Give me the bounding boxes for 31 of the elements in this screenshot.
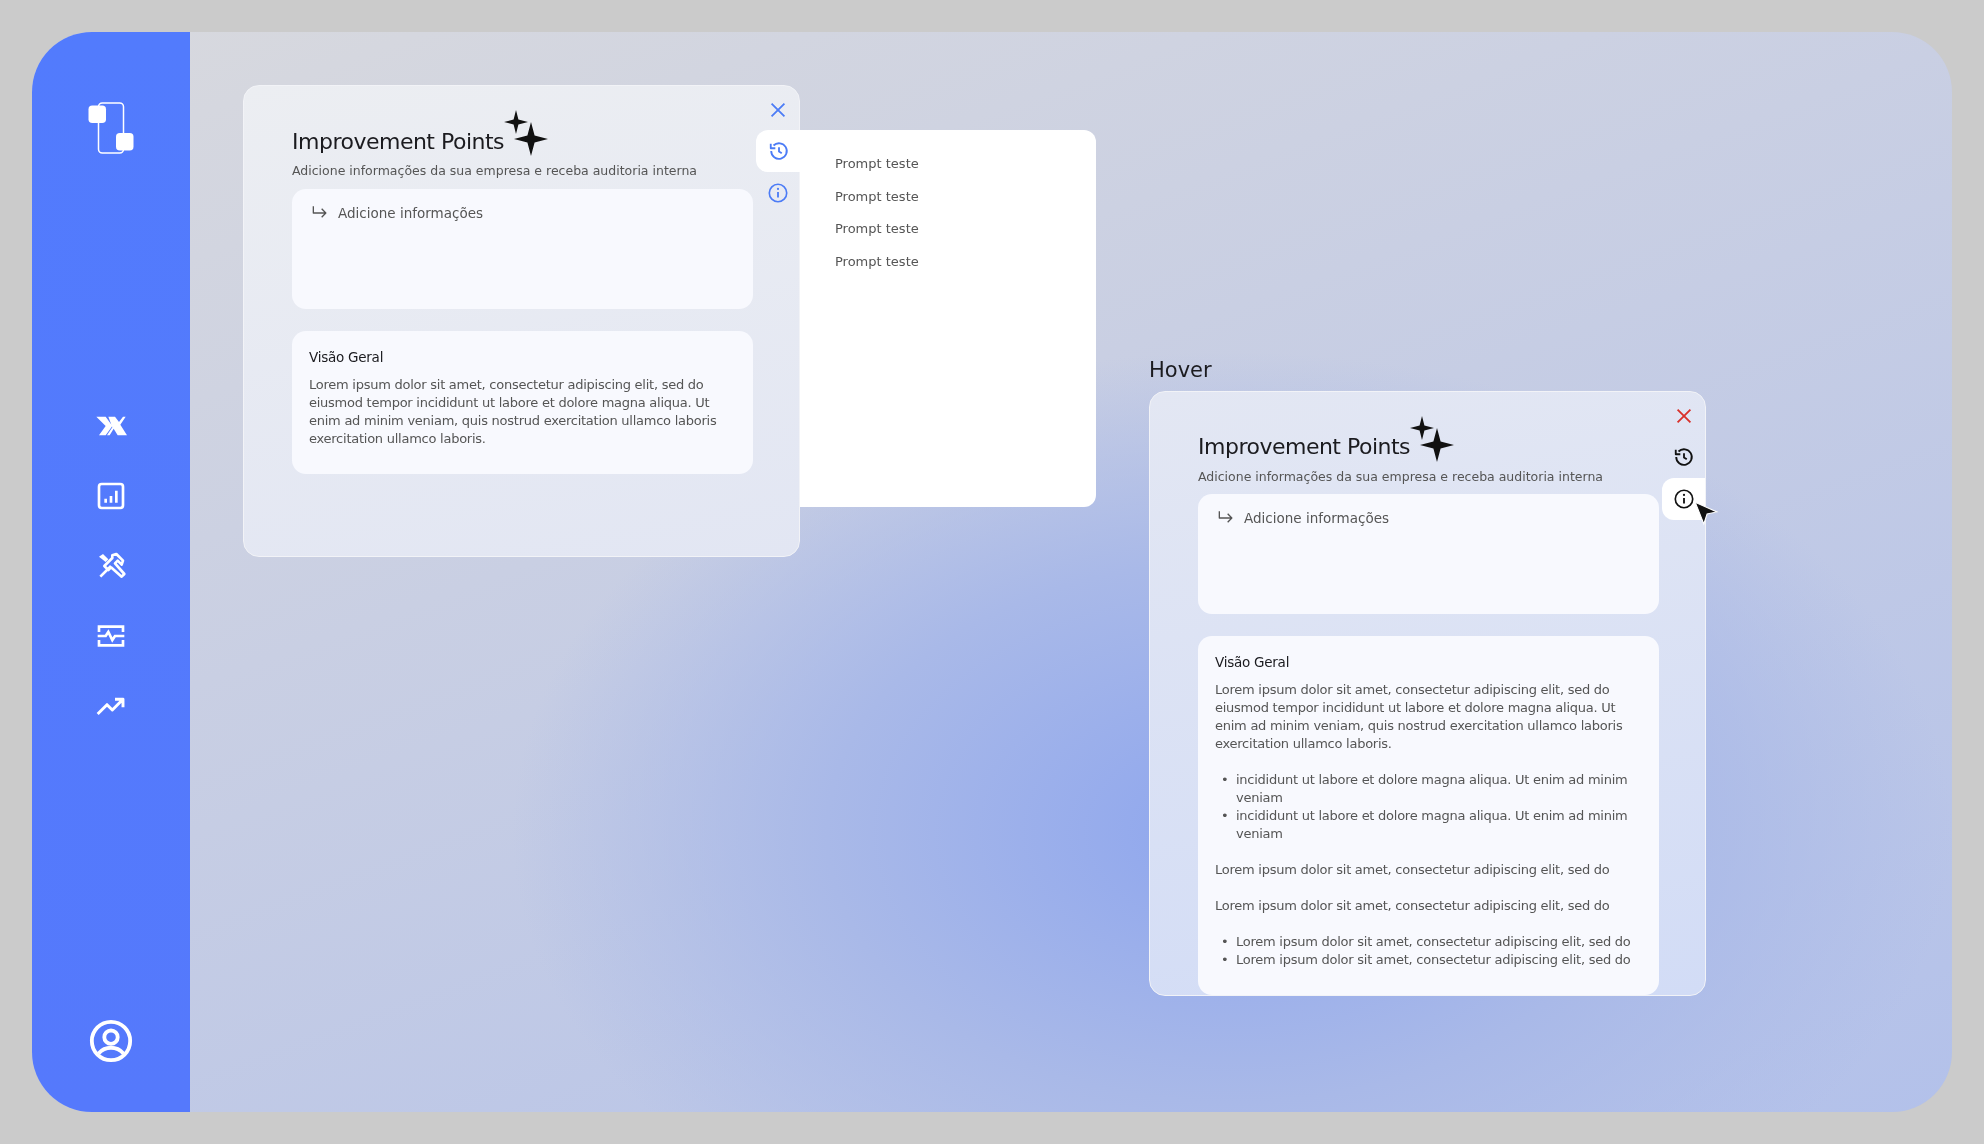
history-icon bbox=[1672, 445, 1695, 468]
panel-subtitle: Adicione informações da sua empresa e receba auditoria interna bbox=[292, 162, 698, 180]
info-icon bbox=[1672, 487, 1695, 510]
bullet-item: Lorem ipsum dolor sit amet, consectetur adipiscing elit, sed do bbox=[1236, 933, 1631, 952]
overview-text: Lorem ipsum dolor sit amet, consectetur adipiscing elit, sed do eiusmod tempor incididunt ut labore et dolore magna aliqua. Ut enim ad minim veniam, quis nostrud exercitation ullamco laboris exercitation ullamco laboris. bbox=[1215, 681, 1624, 754]
history-icon bbox=[768, 140, 790, 162]
panel-title: Improvement Points bbox=[292, 129, 505, 154]
overview-text: Lorem ipsum dolor sit amet, consectetur adipiscing elit, sed do bbox=[1215, 861, 1611, 880]
overview-heading: Visão Geral bbox=[309, 347, 385, 366]
section-label: Hover bbox=[1149, 357, 1213, 384]
history-item[interactable]: Prompt teste bbox=[835, 251, 919, 271]
input-field[interactable]: Adicione informações bbox=[1244, 508, 1641, 533]
bullet-marker: • bbox=[1221, 951, 1230, 970]
bullet-marker: • bbox=[1221, 933, 1230, 952]
cursor-icon bbox=[1693, 499, 1719, 526]
history-item[interactable]: Prompt teste bbox=[835, 186, 919, 206]
bullet-item: incididunt ut labore et dolore magna aliqua. Ut enim ad minim veniam bbox=[1236, 807, 1629, 844]
bar-chart-icon[interactable] bbox=[95, 480, 127, 512]
bullet-item: Lorem ipsum dolor sit amet, consectetur adipiscing elit, sed do bbox=[1236, 951, 1631, 970]
panel-subtitle: Adicione informações da sua empresa e receba auditoria interna bbox=[1198, 467, 1604, 486]
history-item[interactable]: Prompt teste bbox=[835, 154, 919, 174]
overview-text: Lorem ipsum dolor sit amet, consectetur adipiscing elit, sed do eiusmod tempor incididunt ut labore et dolore magna aliqua. Ut enim ad minim veniam, quis nostrud exercitation ullamco laboris exercitation ullamco laboris. bbox=[309, 375, 718, 448]
overview-text: Lorem ipsum dolor sit amet, consectetur adipiscing elit, sed do bbox=[1215, 897, 1611, 916]
info-icon bbox=[766, 182, 789, 204]
panel-title: Improvement Points bbox=[1198, 435, 1411, 460]
history-item[interactable]: Prompt teste bbox=[835, 219, 919, 239]
input-field[interactable]: Adicione informações bbox=[338, 202, 735, 227]
bullet-marker: • bbox=[1221, 771, 1230, 790]
bullet-marker: • bbox=[1221, 807, 1230, 826]
profile-icon[interactable] bbox=[88, 1018, 134, 1064]
overview-heading: Visão Geral bbox=[1215, 653, 1291, 672]
